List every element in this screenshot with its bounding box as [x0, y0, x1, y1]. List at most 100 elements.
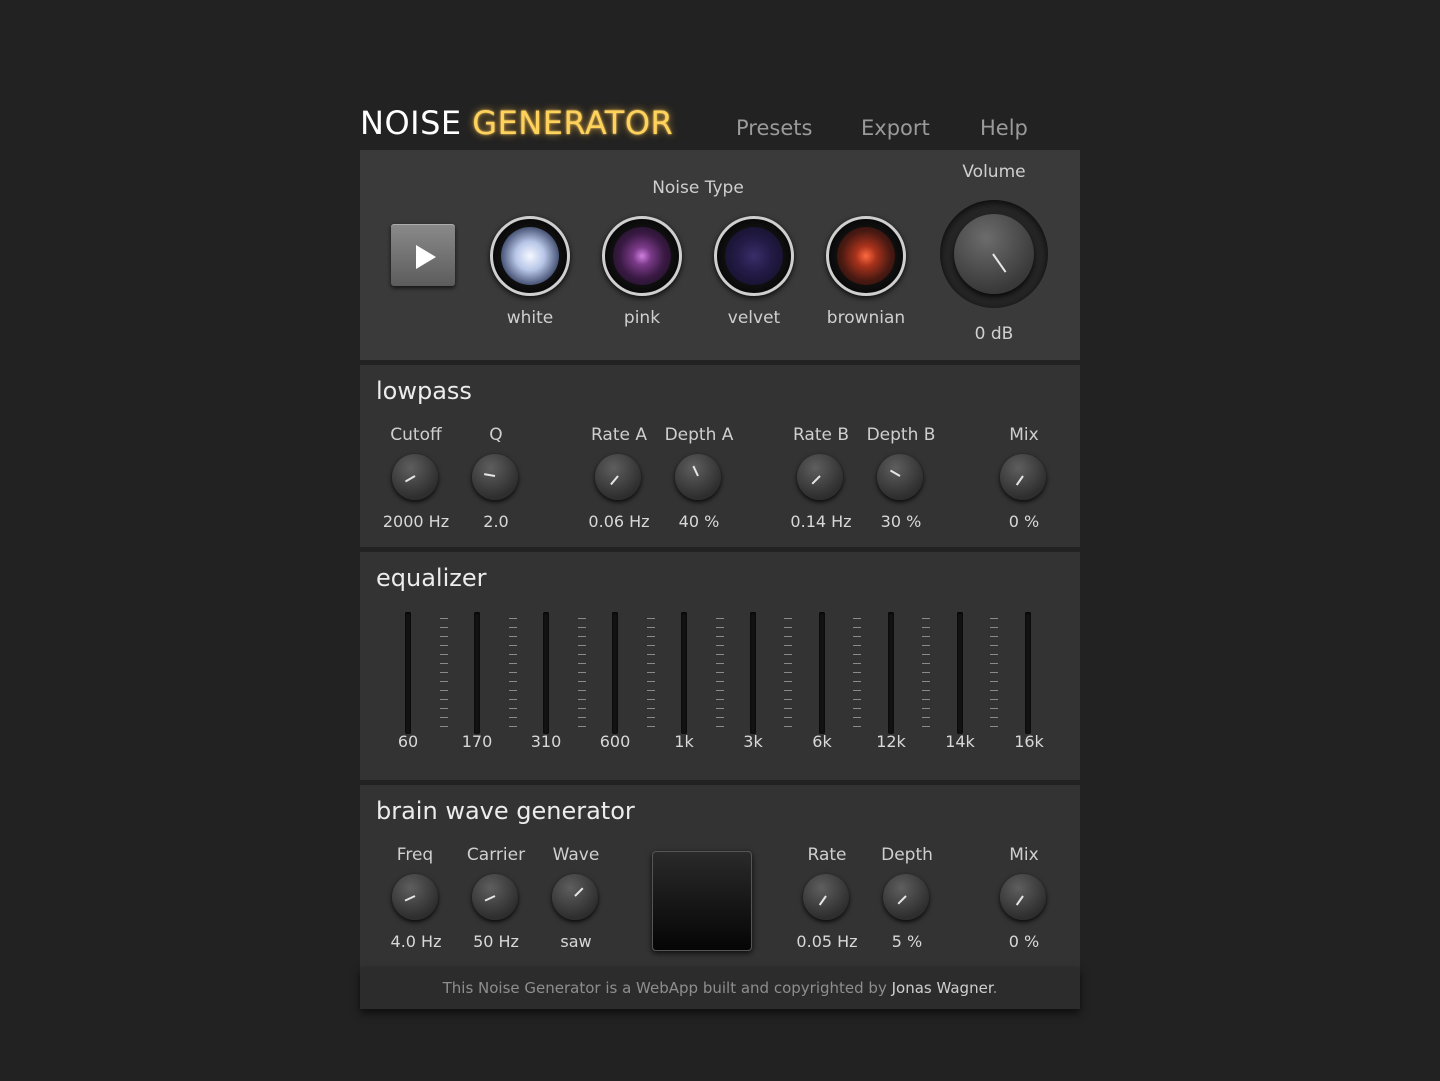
lowpass-mix-indicator — [1015, 475, 1024, 486]
cutoff-indicator — [404, 475, 416, 483]
depth-b-knob[interactable] — [877, 454, 923, 500]
depth-a-indicator — [692, 465, 699, 477]
freq-label: Freq — [396, 845, 434, 865]
eq-slider-3k[interactable] — [750, 612, 756, 734]
noise-source-panel: Noise Type white pink velvet brownian Vo… — [360, 150, 1080, 360]
bw-rate-label: Rate — [807, 845, 847, 865]
eq-slider-14k[interactable] — [957, 612, 963, 734]
eq-slider-6k[interactable] — [819, 612, 825, 734]
brainwave-title: brain wave generator — [376, 797, 635, 825]
rate-b-knob[interactable] — [797, 454, 843, 500]
title-accent: GENERATOR — [472, 104, 674, 142]
equalizer-section: equalizer 60 170 310 600 1k 3k 6k 12k 14… — [360, 552, 1080, 780]
eq-scale — [922, 618, 930, 730]
volume-value: 0 dB — [974, 324, 1014, 344]
noise-brownian-button[interactable] — [826, 216, 906, 296]
author-link[interactable]: Jonas Wagner — [892, 979, 993, 997]
bw-rate-knob[interactable] — [803, 874, 849, 920]
bw-mix-knob[interactable] — [1000, 874, 1046, 920]
eq-scale — [647, 618, 655, 730]
lowpass-section: lowpass Cutoff 2000 Hz Q 2.0 Rate A 0.06… — [360, 365, 1080, 547]
noise-pink-button[interactable] — [602, 216, 682, 296]
wave-knob[interactable] — [552, 874, 598, 920]
title-main: NOISE — [360, 104, 462, 142]
eq-scale — [509, 618, 517, 730]
freq-knob[interactable] — [392, 874, 438, 920]
eq-slider-16k[interactable] — [1025, 612, 1031, 734]
eq-slider-600[interactable] — [612, 612, 618, 734]
nav-help[interactable]: Help — [980, 116, 1028, 140]
equalizer-title: equalizer — [376, 564, 487, 592]
eq-label-600: 600 — [599, 732, 631, 751]
rate-a-value: 0.06 Hz — [588, 512, 650, 531]
velvet-noise-orb — [725, 227, 783, 285]
eq-scale — [853, 618, 861, 730]
eq-slider-12k[interactable] — [888, 612, 894, 734]
white-noise-orb — [501, 227, 559, 285]
eq-scale — [990, 618, 998, 730]
rate-b-value: 0.14 Hz — [790, 512, 852, 531]
noise-pink-label: pink — [623, 308, 661, 328]
wave-label: Wave — [552, 845, 600, 865]
bw-depth-indicator — [897, 895, 907, 905]
q-indicator — [483, 473, 496, 477]
volume-label: Volume — [962, 162, 1026, 182]
eq-label-60: 60 — [397, 732, 419, 751]
volume-knob[interactable] — [954, 214, 1034, 294]
bw-depth-knob[interactable] — [883, 874, 929, 920]
noise-type-label: Noise Type — [652, 178, 744, 198]
eq-label-14k: 14k — [945, 732, 975, 751]
freq-indicator — [404, 895, 416, 902]
q-value: 2.0 — [483, 512, 509, 531]
lowpass-mix-knob[interactable] — [1000, 454, 1046, 500]
eq-label-1k: 1k — [674, 732, 694, 751]
eq-label-16k: 16k — [1014, 732, 1044, 751]
wave-indicator — [574, 887, 584, 897]
eq-label-12k: 12k — [876, 732, 906, 751]
eq-scale — [440, 618, 448, 730]
cutoff-knob[interactable] — [392, 454, 438, 500]
footer-period: . — [992, 979, 998, 997]
depth-a-knob[interactable] — [675, 454, 721, 500]
noise-white-button[interactable] — [490, 216, 570, 296]
app-title: NOISE GENERATOR — [360, 104, 673, 142]
noise-velvet-label: velvet — [727, 308, 781, 328]
footer-text: This Noise Generator is a WebApp built a… — [442, 979, 887, 997]
noise-generator-app: NOISE GENERATOR Presets Export Help Nois… — [360, 100, 1080, 1009]
carrier-knob[interactable] — [472, 874, 518, 920]
wave-value: saw — [560, 932, 592, 951]
nav-export[interactable]: Export — [861, 116, 930, 140]
rate-b-indicator — [811, 475, 821, 485]
rate-a-knob[interactable] — [595, 454, 641, 500]
rate-a-indicator — [610, 475, 619, 486]
eq-label-3k: 3k — [743, 732, 763, 751]
brownian-noise-orb — [837, 227, 895, 285]
eq-label-310: 310 — [530, 732, 562, 751]
rate-a-label: Rate A — [590, 425, 647, 445]
q-knob[interactable] — [472, 454, 518, 500]
nav-presets[interactable]: Presets — [736, 116, 812, 140]
volume-indicator — [992, 253, 1007, 273]
depth-a-label: Depth A — [664, 425, 734, 445]
eq-scale — [578, 618, 586, 730]
depth-b-value: 30 % — [880, 512, 922, 531]
bw-mix-indicator — [1015, 895, 1024, 906]
eq-label-6k: 6k — [812, 732, 832, 751]
bw-depth-value: 5 % — [891, 932, 923, 951]
noise-velvet-button[interactable] — [714, 216, 794, 296]
waveform-display — [652, 851, 752, 951]
eq-slider-310[interactable] — [543, 612, 549, 734]
lowpass-mix-label: Mix — [1009, 425, 1039, 445]
play-icon — [416, 245, 436, 269]
rate-b-label: Rate B — [792, 425, 850, 445]
eq-slider-60[interactable] — [405, 612, 411, 734]
eq-scale — [716, 618, 724, 730]
header: NOISE GENERATOR Presets Export Help — [360, 100, 1080, 148]
eq-slider-170[interactable] — [474, 612, 480, 734]
bw-depth-label: Depth — [881, 845, 933, 865]
carrier-value: 50 Hz — [473, 932, 519, 951]
play-button[interactable] — [391, 224, 455, 286]
lowpass-title: lowpass — [376, 377, 472, 405]
eq-slider-1k[interactable] — [681, 612, 687, 734]
carrier-indicator — [484, 895, 496, 902]
